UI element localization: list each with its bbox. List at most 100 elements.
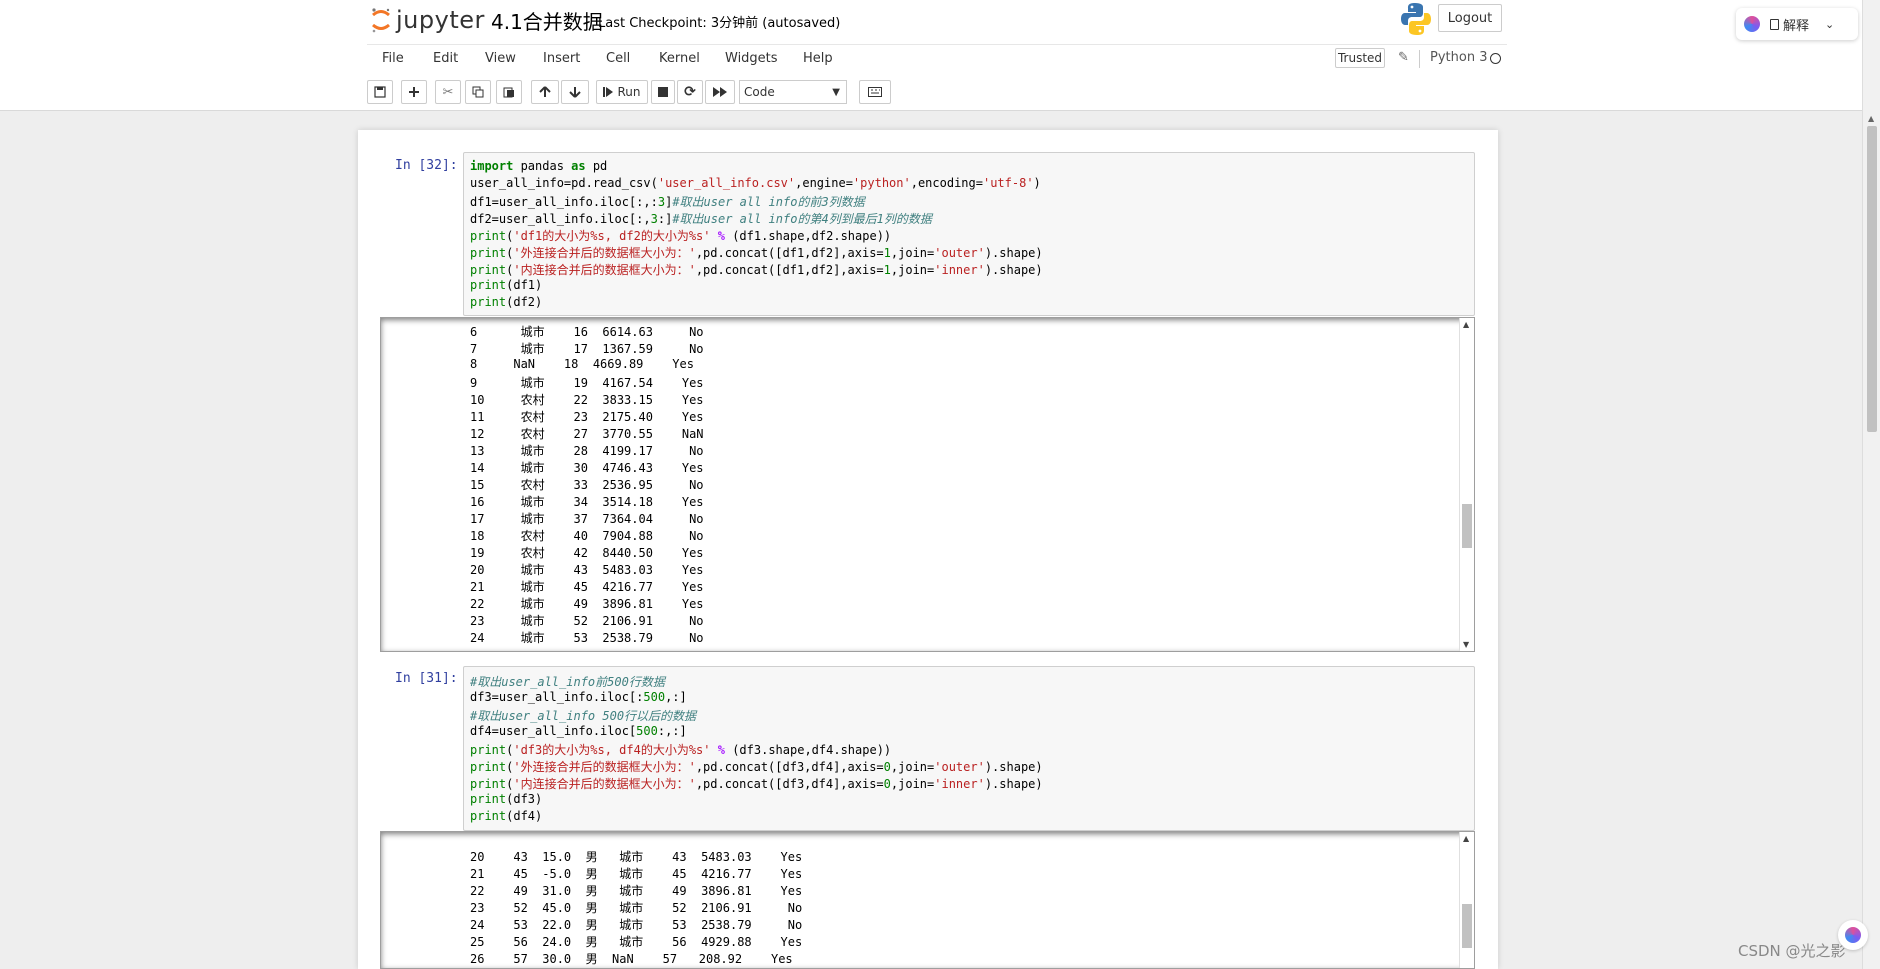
explain-widget[interactable]: 解释 ⌄	[1736, 8, 1858, 40]
output-line: 10 农村 22 3833.15 Yes	[470, 393, 704, 407]
output-line: 6 城市 16 6614.63 No	[470, 325, 704, 339]
assistant-button[interactable]	[1838, 920, 1868, 950]
refresh-icon: ⟳	[684, 84, 696, 100]
code-line: print('内连接合并后的数据框大小为：',pd.concat([df1,df…	[470, 263, 1043, 277]
scroll-up-arrow-icon[interactable]: ▲	[1868, 114, 1874, 123]
restart-button[interactable]: ⟳	[677, 80, 703, 104]
output-line: 24 城市 53 2538.79 No	[470, 631, 704, 645]
move-up-button[interactable]	[531, 80, 559, 104]
page-scrollbar-thumb[interactable]	[1867, 126, 1877, 432]
code-line: df1=user_all_info.iloc[:,:3]#取出user all …	[470, 195, 865, 209]
scissors-icon: ✂	[442, 84, 454, 100]
page-scrollbar[interactable]: ▲	[1862, 0, 1880, 969]
move-down-button[interactable]	[561, 80, 589, 104]
output-line: 8 NaN 18 4669.89 Yes	[470, 357, 694, 371]
menu-view[interactable]: View	[485, 51, 516, 66]
plus-icon	[409, 87, 419, 97]
output-line: 20 43 15.0 男 城市 43 5483.03 Yes	[470, 850, 803, 864]
output-line: 25 56 24.0 男 城市 56 4929.88 Yes	[470, 935, 803, 949]
scrollbar-thumb[interactable]	[1462, 504, 1472, 548]
document-icon	[1770, 18, 1779, 30]
output-line: 7 城市 17 1367.59 No	[470, 342, 704, 356]
scroll-up-arrow-icon[interactable]: ▲	[1463, 834, 1469, 843]
code-line: df2=user_all_info.iloc[:,3:]#取出user all …	[470, 212, 932, 226]
menu-cell[interactable]: Cell	[606, 51, 630, 66]
jupyter-logo-text: jupyter	[396, 6, 485, 34]
cell-prompt: In [32]:	[395, 158, 458, 173]
code-input[interactable]: import pandas as pd user_all_info=pd.rea…	[463, 152, 1475, 316]
logout-button[interactable]: Logout	[1438, 4, 1502, 32]
chevron-down-icon: ▼	[832, 87, 840, 98]
restart-run-all-button[interactable]	[705, 80, 735, 104]
output-line: 14 城市 30 4746.43 Yes	[470, 461, 704, 475]
kernel-name[interactable]: Python 3	[1430, 50, 1487, 65]
cell-output-scroll[interactable]: 6 城市 16 6614.63 No 7 城市 17 1367.59 No 8 …	[380, 317, 1475, 652]
chevron-down-icon: ⌄	[1825, 17, 1835, 31]
run-button[interactable]: Run	[596, 80, 648, 104]
menu-kernel[interactable]: Kernel	[659, 51, 700, 66]
scrollbar-thumb[interactable]	[1462, 904, 1472, 948]
save-button[interactable]	[367, 80, 393, 104]
scroll-up-arrow-icon[interactable]: ▲	[1463, 320, 1469, 329]
copy-button[interactable]	[465, 80, 491, 104]
trusted-badge[interactable]: Trusted	[1335, 48, 1385, 68]
jupyter-logo[interactable]: jupyter	[370, 4, 485, 36]
output-line: 11 农村 23 2175.40 Yes	[470, 410, 704, 424]
cell-type-value: Code	[744, 85, 775, 99]
cell-type-select[interactable]: Code ▼	[739, 80, 847, 104]
menu-insert[interactable]: Insert	[543, 51, 580, 66]
keyboard-icon	[868, 87, 882, 97]
menu-edit[interactable]: Edit	[433, 51, 458, 66]
output-line: 12 农村 27 3770.55 NaN	[470, 427, 704, 441]
paste-button[interactable]	[496, 80, 522, 104]
output-line: 23 52 45.0 男 城市 52 2106.91 No	[470, 901, 803, 915]
scroll-down-arrow-icon[interactable]: ▼	[1463, 640, 1469, 649]
code-line: print('df3的大小为%s, df4的大小为%s' % (df3.shap…	[470, 743, 892, 757]
output-line: 9 城市 19 4167.54 Yes	[470, 376, 704, 390]
run-label: Run	[617, 85, 641, 99]
output-line: 20 城市 43 5483.03 Yes	[470, 563, 704, 577]
output-scrollbar[interactable]: ▲ ▼	[1459, 318, 1474, 651]
edit-pencil-icon[interactable]: ✎	[1398, 50, 1409, 65]
output-line: 13 城市 28 4199.17 No	[470, 444, 704, 458]
output-line: 21 45 -5.0 男 城市 45 4216.77 Yes	[470, 867, 803, 881]
jupyter-icon	[372, 8, 390, 33]
code-line: print(df1)	[470, 278, 543, 292]
insert-cell-button[interactable]	[401, 80, 427, 104]
output-line: 24 53 22.0 男 城市 53 2538.79 No	[470, 918, 803, 932]
code-line: #取出user_all_info前500行数据	[470, 675, 665, 689]
interrupt-button[interactable]	[651, 80, 675, 104]
output-line: 22 城市 49 3896.81 Yes	[470, 597, 704, 611]
brain-icon	[1744, 16, 1760, 32]
menu-widgets[interactable]: Widgets	[725, 51, 778, 66]
menu-help[interactable]: Help	[803, 51, 833, 66]
code-line: df4=user_all_info.iloc[500:,:]	[470, 724, 687, 738]
code-line: print('df1的大小为%s, df2的大小为%s' % (df1.shap…	[470, 229, 892, 243]
arrow-down-icon	[569, 87, 581, 98]
output-line: 15 农村 33 2536.95 No	[470, 478, 704, 492]
step-forward-icon	[603, 87, 614, 97]
output-line: 19 农村 42 8440.50 Yes	[470, 546, 704, 560]
notebook-header: jupyter 4.1合并数据 Last Checkpoint: 3分钟前 (a…	[0, 0, 1862, 111]
menu-file[interactable]: File	[382, 51, 404, 66]
fast-forward-icon	[713, 87, 727, 97]
cut-button[interactable]: ✂	[435, 80, 461, 104]
output-scrollbar[interactable]: ▲	[1459, 832, 1474, 968]
kernel-idle-icon	[1490, 53, 1501, 64]
command-palette-button[interactable]	[859, 80, 891, 104]
csdn-watermark: CSDN @光之影	[1738, 942, 1846, 960]
output-line: 22 49 31.0 男 城市 49 3896.81 Yes	[470, 884, 803, 898]
code-line: print(df2)	[470, 295, 543, 309]
output-line: 16 城市 34 3514.18 Yes	[470, 495, 704, 509]
code-line: #取出user_all_info 500行以后的数据	[470, 709, 697, 723]
arrow-up-icon	[539, 86, 551, 97]
output-line: 21 城市 45 4216.77 Yes	[470, 580, 704, 594]
notebook-title[interactable]: 4.1合并数据	[491, 6, 603, 35]
code-input[interactable]: #取出user_all_info前500行数据 df3=user_all_inf…	[463, 666, 1475, 831]
save-icon	[374, 86, 386, 98]
output-line: 17 城市 37 7364.04 No	[470, 512, 704, 526]
code-line: df3=user_all_info.iloc[:500,:]	[470, 690, 687, 704]
code-line: user_all_info=pd.read_csv('user_all_info…	[470, 176, 1041, 190]
copy-icon	[472, 86, 484, 98]
cell-output-scroll[interactable]: 20 43 15.0 男 城市 43 5483.03 Yes 21 45 -5.…	[380, 831, 1475, 969]
